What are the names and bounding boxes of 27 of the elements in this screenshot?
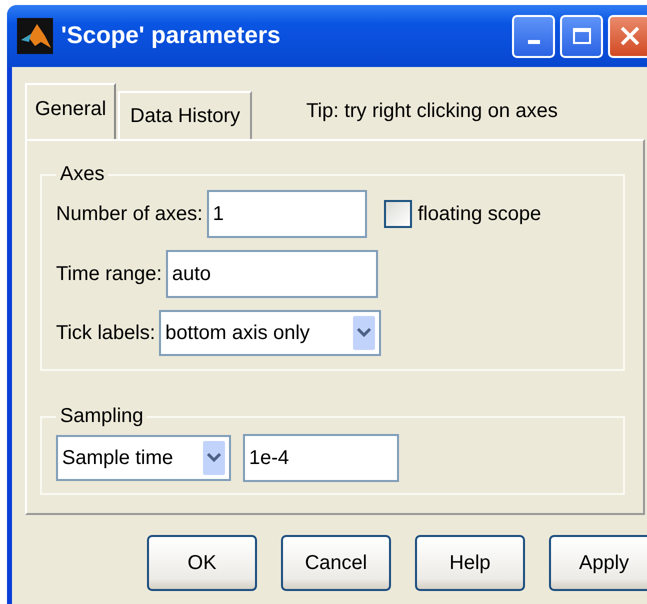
field-label: Time range: bbox=[56, 262, 162, 286]
window-title: 'Scope' parameters bbox=[61, 22, 282, 50]
tip-text: Tip: try right clicking on axes bbox=[306, 100, 558, 122]
app-icon bbox=[17, 18, 53, 54]
dialog-button[interactable]: OK bbox=[147, 535, 257, 591]
close-icon bbox=[618, 25, 640, 47]
input-field[interactable]: 1e-4 bbox=[243, 434, 399, 482]
tab[interactable]: General bbox=[25, 83, 116, 139]
maximize-button[interactable] bbox=[560, 14, 603, 58]
dialog-button[interactable]: Cancel bbox=[281, 535, 391, 591]
group-title: Sampling bbox=[59, 405, 144, 428]
checkbox-label: floating scope bbox=[418, 202, 542, 226]
dialog-button[interactable]: Help bbox=[415, 535, 525, 591]
maximize-icon bbox=[572, 26, 592, 46]
dropdown[interactable]: Sample time bbox=[56, 435, 231, 481]
dropdown[interactable]: bottom axis only bbox=[159, 310, 382, 356]
tab[interactable]: Data History bbox=[118, 91, 252, 139]
checkbox[interactable] bbox=[384, 200, 412, 228]
minimize-icon bbox=[528, 40, 540, 44]
close-button[interactable] bbox=[608, 14, 647, 58]
input-field[interactable]: auto bbox=[166, 250, 378, 298]
minimize-button[interactable] bbox=[512, 14, 555, 58]
dialog-button[interactable]: Apply bbox=[549, 535, 647, 591]
group-title: Axes bbox=[59, 163, 106, 186]
field-label: Tick labels: bbox=[56, 322, 156, 344]
field-label: Number of axes: bbox=[56, 202, 203, 226]
input-field[interactable]: 1 bbox=[206, 190, 367, 238]
